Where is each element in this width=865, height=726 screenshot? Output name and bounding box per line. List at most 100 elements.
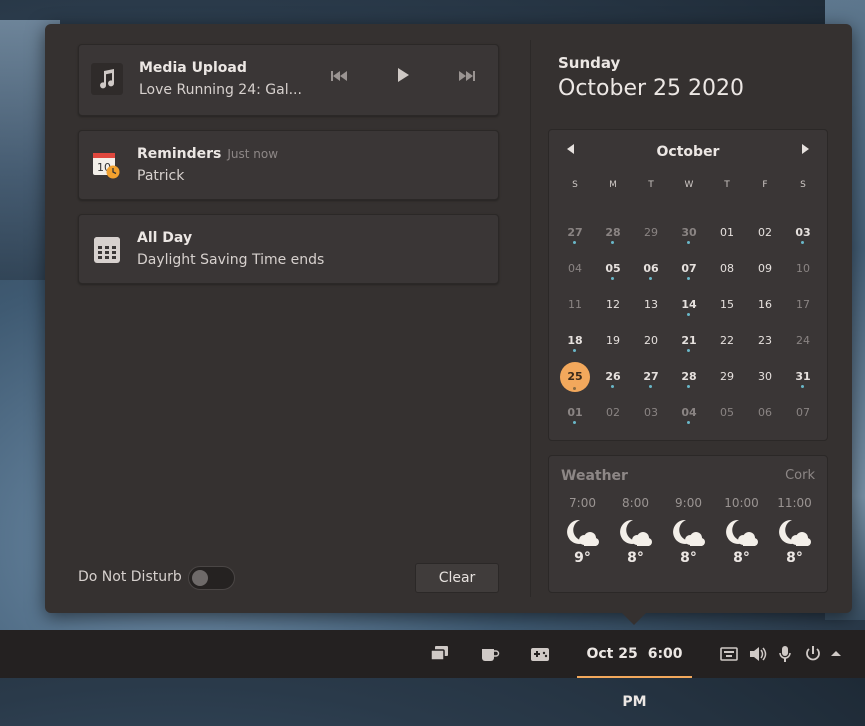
- weather-hour-temp: 8°: [627, 550, 644, 566]
- weather-hour-temp: 8°: [680, 550, 697, 566]
- event-dot: [687, 385, 690, 388]
- music-note-icon: [91, 63, 123, 95]
- weather-card[interactable]: Weather Cork 7:00 9° 8:00 8° 9:00 8° 10:00 8° 11…: [548, 455, 828, 593]
- calendar-day[interactable]: 29: [710, 362, 744, 392]
- microphone-icon[interactable]: [777, 645, 797, 663]
- calendar-day[interactable]: 30: [748, 362, 782, 392]
- night-cloudy-icon: [672, 518, 706, 548]
- calendar-day[interactable]: 19: [596, 326, 630, 356]
- calendar-day[interactable]: 02: [596, 398, 630, 428]
- calendar-day[interactable]: 06: [634, 254, 668, 284]
- workspaces-icon[interactable]: [430, 645, 450, 663]
- calendar-day[interactable]: 28: [596, 218, 630, 248]
- weekday-label: T: [648, 180, 654, 190]
- day-number: 09: [758, 262, 772, 275]
- calendar: October SMTWTFS 27 28 29 30 01 02 03 04 05 06 07 08…: [548, 129, 828, 441]
- day-number: 02: [758, 226, 772, 239]
- weather-hour: 11:00 8°: [768, 496, 821, 566]
- calendar-day[interactable]: 11: [558, 290, 592, 320]
- calendar-day[interactable]: 28: [672, 362, 706, 392]
- keyboard-icon[interactable]: [720, 645, 740, 663]
- day-number: 08: [720, 262, 734, 275]
- weather-hour-time: 7:00: [569, 496, 596, 510]
- day-number: 13: [644, 298, 658, 311]
- calendar-day[interactable]: 26: [596, 362, 630, 392]
- calendar-day[interactable]: 10: [786, 254, 820, 284]
- calendar-day[interactable]: 01: [558, 398, 592, 428]
- reminder-notification[interactable]: 10 Reminders Just now Patrick: [78, 130, 499, 200]
- calendar-day[interactable]: 21: [672, 326, 706, 356]
- calendar-day[interactable]: 06: [748, 398, 782, 428]
- weekday-heading: Sunday: [558, 54, 621, 72]
- calendar-day[interactable]: 16: [748, 290, 782, 320]
- calendar-day[interactable]: 07: [672, 254, 706, 284]
- day-number: 05: [720, 406, 734, 419]
- calendar-day[interactable]: 14: [672, 290, 706, 320]
- calendar-day[interactable]: 05: [710, 398, 744, 428]
- full-date-heading: October 25 2020: [558, 76, 745, 101]
- event-dot: [611, 241, 614, 244]
- calendar-day[interactable]: 15: [710, 290, 744, 320]
- weather-hour-temp: 8°: [786, 550, 803, 566]
- allday-notification[interactable]: All Day Daylight Saving Time ends: [78, 214, 499, 284]
- allday-app-name: All Day: [137, 230, 193, 246]
- calendar-day[interactable]: 04: [558, 254, 592, 284]
- weather-hour-time: 9:00: [675, 496, 702, 510]
- calendar-day[interactable]: 12: [596, 290, 630, 320]
- weather-hour: 10:00 8°: [715, 496, 768, 566]
- event-dot: [687, 421, 690, 424]
- calendar-day[interactable]: 04: [672, 398, 706, 428]
- weekday-label: S: [572, 180, 578, 190]
- calendar-day[interactable]: 27: [558, 218, 592, 248]
- calendar-day[interactable]: 02: [748, 218, 782, 248]
- night-cloudy-icon: [619, 518, 653, 548]
- event-dot: [801, 385, 804, 388]
- play-icon[interactable]: [397, 68, 409, 85]
- calendar-day[interactable]: 31: [786, 362, 820, 392]
- event-dot: [649, 277, 652, 280]
- panel-clock[interactable]: Oct 25 6:00 PM: [577, 630, 692, 710]
- do-not-disturb-toggle[interactable]: [188, 566, 235, 590]
- day-number: 15: [720, 298, 734, 311]
- calendar-day[interactable]: 17: [786, 290, 820, 320]
- clear-button[interactable]: Clear: [415, 563, 499, 593]
- day-number: 30: [758, 370, 772, 383]
- next-month-icon[interactable]: [801, 144, 809, 157]
- event-dot: [687, 241, 690, 244]
- calendar-day[interactable]: 13: [634, 290, 668, 320]
- day-number: 02: [606, 406, 620, 419]
- do-not-disturb-label: Do Not Disturb: [78, 569, 182, 585]
- media-app-name: Media Upload: [139, 60, 247, 76]
- skip-back-icon[interactable]: [331, 70, 347, 84]
- calendar-day[interactable]: 05: [596, 254, 630, 284]
- weather-hour-temp: 9°: [574, 550, 591, 566]
- panel-date: Oct 25: [586, 646, 638, 662]
- day-number: 23: [758, 334, 772, 347]
- weather-hour-time: 11:00: [777, 496, 812, 510]
- calendar-day[interactable]: 07: [786, 398, 820, 428]
- arrow-up-icon[interactable]: [829, 645, 849, 663]
- media-notification[interactable]: Media Upload Love Running 24: Gal...: [78, 44, 499, 116]
- calendar-day[interactable]: 23: [748, 326, 782, 356]
- skip-forward-icon[interactable]: [459, 70, 475, 84]
- power-icon[interactable]: [804, 645, 824, 663]
- weather-location: Cork: [785, 468, 815, 483]
- gamepad-icon[interactable]: [530, 645, 550, 663]
- calendar-day[interactable]: 18: [558, 326, 592, 356]
- calendar-day[interactable]: 29: [634, 218, 668, 248]
- calendar-day[interactable]: 20: [634, 326, 668, 356]
- calendar-day[interactable]: 09: [748, 254, 782, 284]
- calendar-day[interactable]: 24: [786, 326, 820, 356]
- calendar-day-today[interactable]: 25: [558, 362, 592, 392]
- calendar-day[interactable]: 22: [710, 326, 744, 356]
- calendar-day[interactable]: 30: [672, 218, 706, 248]
- volume-icon[interactable]: [748, 645, 768, 663]
- calendar-day[interactable]: 01: [710, 218, 744, 248]
- weather-hour-time: 10:00: [724, 496, 759, 510]
- calendar-day[interactable]: 27: [634, 362, 668, 392]
- calendar-day[interactable]: 03: [786, 218, 820, 248]
- caffeine-icon[interactable]: [480, 645, 500, 663]
- calendar-day[interactable]: 03: [634, 398, 668, 428]
- calendar-day[interactable]: 08: [710, 254, 744, 284]
- weather-hour-temp: 8°: [733, 550, 750, 566]
